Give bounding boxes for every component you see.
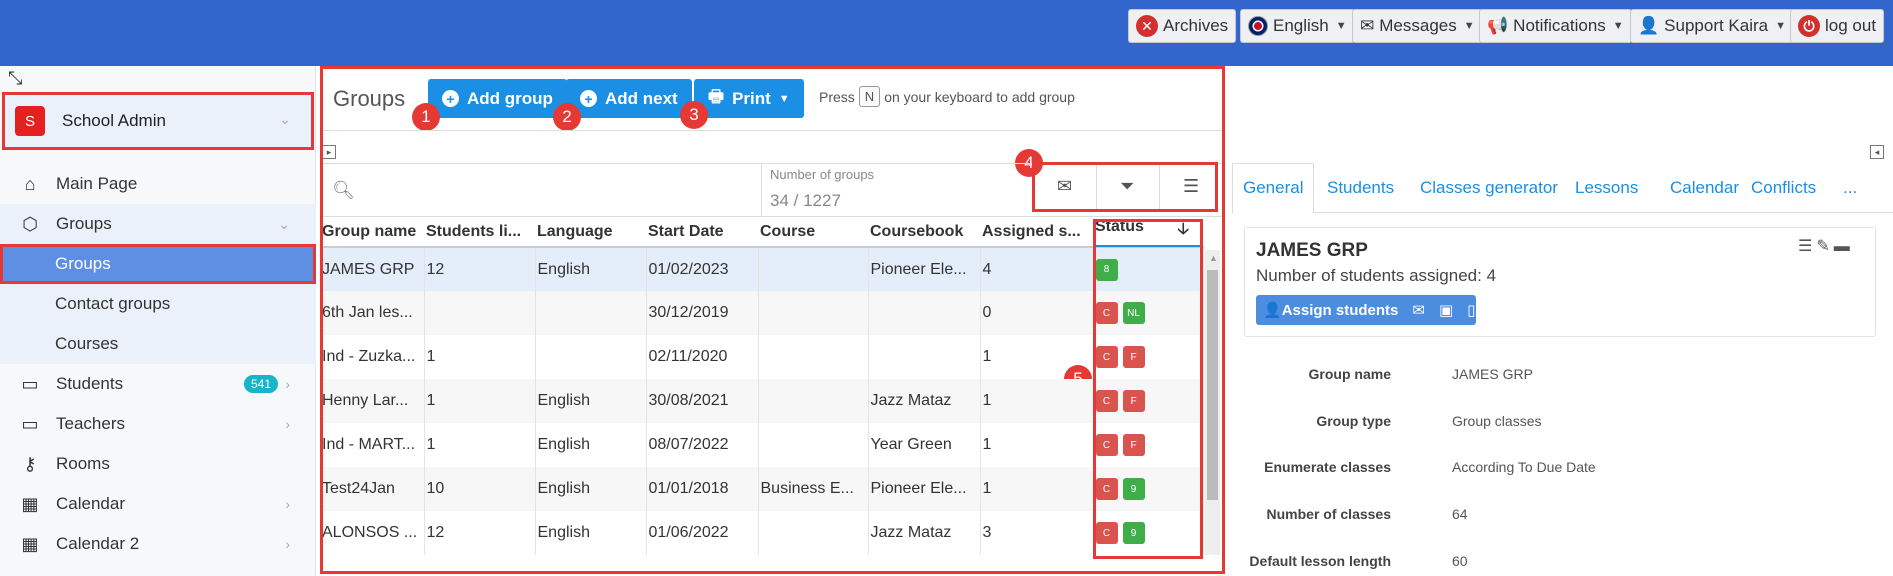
main-panel-highlight: [320, 66, 1225, 574]
archives-button[interactable]: ✕ Archives: [1128, 9, 1237, 43]
students-assigned-text: Number of students assigned: 4: [1256, 266, 1497, 285]
tab-calendar[interactable]: Calendar: [1670, 178, 1739, 198]
close-circle-icon: ✕: [1136, 15, 1158, 37]
sidebar-item-contact-groups[interactable]: Contact groups: [0, 284, 316, 324]
school-avatar: S: [15, 106, 45, 136]
school-selector[interactable]: S School Admin ⌄: [2, 92, 314, 150]
sidebar-item-students[interactable]: ▭ Students 541 ›: [0, 364, 316, 404]
chevron-right-icon: ›: [285, 376, 290, 392]
cube-icon: ⬡: [22, 213, 38, 234]
home-icon: ⌂: [24, 173, 36, 194]
prop-value-group-name: JAMES GRP: [1452, 366, 1533, 382]
collapse-icon[interactable]: ⤡: [8, 68, 22, 89]
megaphone-icon: 📢: [1487, 16, 1509, 35]
chevron-down-icon: ▼: [1612, 20, 1624, 32]
sidebar-item-groups-parent[interactable]: ⬡ Groups ⌄: [0, 204, 316, 244]
id-card-icon: ▭: [21, 413, 39, 434]
prop-label-group-name: Group name: [1308, 366, 1391, 382]
envelope-icon: ✉: [1360, 16, 1375, 35]
image-icon[interactable]: ▣: [1439, 301, 1453, 319]
folder-icon[interactable]: ▬: [1834, 238, 1854, 255]
language-dropdown[interactable]: English ▼: [1240, 9, 1355, 43]
uk-flag-icon: [1248, 16, 1268, 36]
messages-dropdown[interactable]: ✉ Messages ▼: [1352, 9, 1483, 43]
assign-students-button[interactable]: 👤Assign students ✉ ▣ ▯: [1256, 295, 1476, 325]
mobile-icon[interactable]: ▯: [1467, 301, 1475, 319]
prop-value-default-lesson-length: 60: [1452, 553, 1468, 569]
prop-label-number-of-classes: Number of classes: [1266, 506, 1392, 522]
menu-icon[interactable]: ☰: [1798, 238, 1816, 255]
chevron-down-icon: ▼: [1463, 20, 1475, 32]
sidebar-item-courses[interactable]: Courses: [0, 324, 316, 364]
calendar-icon: ▦: [21, 493, 39, 514]
power-icon: ⏻: [1798, 15, 1820, 37]
pencil-icon[interactable]: ✎: [1816, 238, 1833, 255]
panel-toggle-right-icon[interactable]: ◂: [1870, 145, 1884, 159]
card-actions: ☰✎▬: [1798, 236, 1854, 256]
tab-more[interactable]: ...: [1843, 178, 1857, 198]
chevron-down-icon: ⌄: [278, 215, 290, 232]
tab-lessons[interactable]: Lessons: [1575, 178, 1638, 198]
sidebar-item-main-page[interactable]: ⌂ Main Page: [0, 164, 316, 204]
students-count-badge: 541: [243, 375, 278, 393]
prop-value-enumerate-classes: According To Due Date: [1452, 459, 1596, 475]
sidebar-item-groups[interactable]: Groups: [0, 244, 316, 284]
id-card-icon: ▭: [21, 373, 39, 394]
chevron-right-icon: ›: [285, 536, 290, 552]
chevron-down-icon: ▼: [1335, 20, 1347, 32]
calendar-icon: ▦: [21, 533, 39, 554]
prop-label-default-lesson-length: Default lesson length: [1249, 553, 1391, 569]
user-icon: 👤: [1638, 16, 1660, 35]
prop-value-group-type: Group classes: [1452, 413, 1542, 429]
chevron-right-icon: ›: [285, 416, 290, 432]
envelope-icon[interactable]: ✉: [1412, 301, 1425, 319]
prop-label-enumerate-classes: Enumerate classes: [1264, 459, 1391, 475]
chevron-right-icon: ›: [285, 496, 290, 512]
user-dropdown[interactable]: 👤 Support Kaira ▼: [1630, 9, 1795, 43]
key-icon: ⚷: [23, 453, 37, 474]
assign-students-label: 👤Assign students: [1263, 302, 1399, 319]
school-name: School Admin: [62, 111, 166, 130]
sidebar-item-rooms[interactable]: ⚷ Rooms: [0, 444, 316, 484]
notifications-dropdown[interactable]: 📢 Notifications ▼: [1479, 9, 1632, 43]
chevron-down-icon: ▼: [1775, 20, 1787, 32]
tab-conflicts[interactable]: Conflicts: [1751, 178, 1816, 198]
tab-students[interactable]: Students: [1327, 178, 1394, 198]
sidebar-item-teachers[interactable]: ▭ Teachers ›: [0, 404, 316, 444]
logout-button[interactable]: ⏻ log out: [1790, 9, 1885, 43]
prop-value-number-of-classes: 64: [1452, 506, 1468, 522]
tab-general[interactable]: General: [1232, 163, 1315, 214]
sidebar-item-calendar-2[interactable]: ▦ Calendar 2 ›: [0, 524, 316, 564]
prop-label-group-type: Group type: [1316, 413, 1391, 429]
sidebar-item-calendar[interactable]: ▦ Calendar ›: [0, 484, 316, 524]
chevron-down-icon: ⌄: [279, 111, 291, 127]
tab-classes-generator[interactable]: Classes generator: [1420, 178, 1558, 198]
group-title: JAMES GRP: [1256, 240, 1368, 261]
